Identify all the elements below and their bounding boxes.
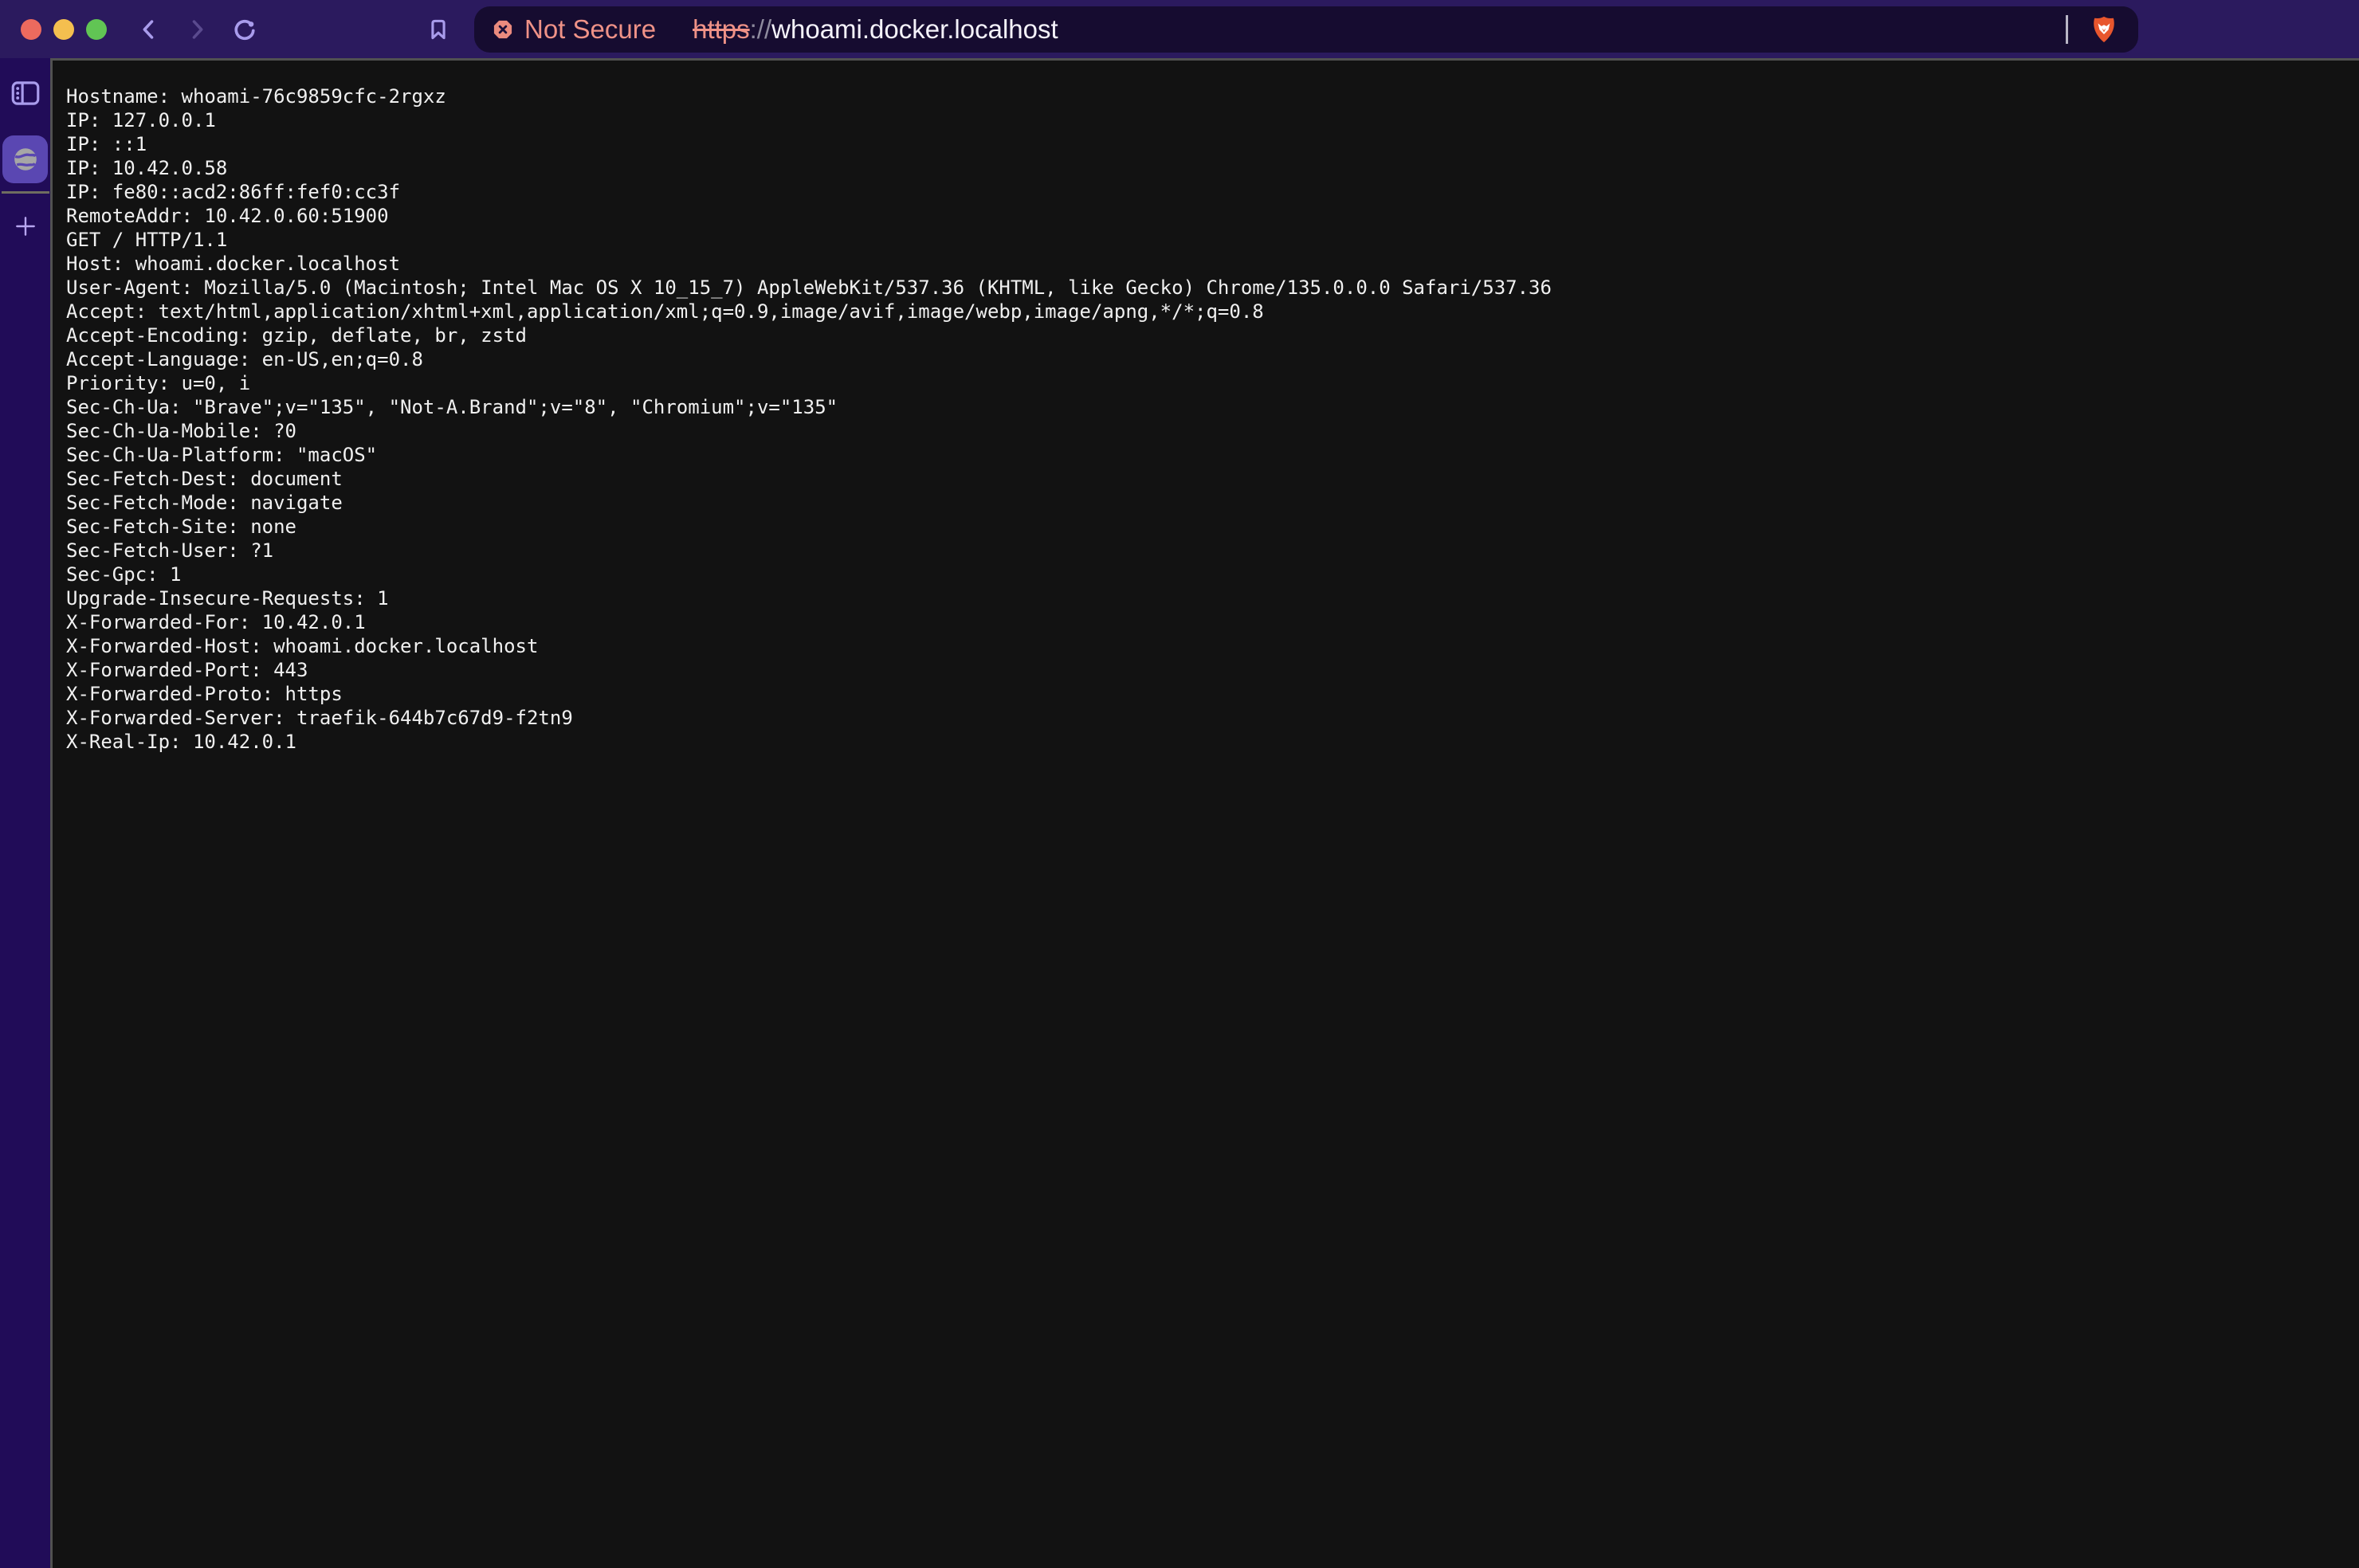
new-tab-button[interactable]	[7, 208, 44, 245]
bookmark-icon	[425, 16, 452, 43]
whoami-response-text: Hostname: whoami-76c9859cfc-2rgxz IP: 12…	[53, 61, 2359, 754]
url-scheme-separator: ://	[750, 14, 772, 44]
not-secure-icon	[492, 18, 514, 41]
sidebar-tab-active[interactable]	[2, 135, 48, 183]
page-content: Hostname: whoami-76c9859cfc-2rgxz IP: 12…	[50, 58, 2359, 1568]
sidebar	[0, 58, 50, 1568]
reload-button[interactable]	[230, 12, 260, 47]
url-text: https://whoami.docker.localhost	[693, 14, 1058, 45]
minimize-window-button[interactable]	[53, 19, 74, 40]
url-scheme: https	[693, 14, 750, 44]
forward-button[interactable]	[182, 12, 212, 47]
sidebar-toggle-button[interactable]	[3, 71, 48, 116]
bookmark-button[interactable]	[423, 12, 453, 47]
not-secure-label: Not Secure	[524, 14, 656, 45]
back-button[interactable]	[134, 12, 164, 47]
plus-icon	[13, 214, 38, 239]
browser-window: Not Secure https://whoami.docker.localho…	[0, 0, 2359, 1568]
browser-topbar: Not Secure https://whoami.docker.localho…	[0, 0, 2359, 58]
close-window-button[interactable]	[21, 19, 41, 40]
sidebar-toggle-icon	[9, 76, 42, 110]
not-secure-chip[interactable]: Not Secure	[492, 14, 656, 45]
forward-icon	[183, 16, 210, 43]
zoom-window-button[interactable]	[86, 19, 107, 40]
app-body: Hostname: whoami-76c9859cfc-2rgxz IP: 12…	[0, 58, 2359, 1568]
back-icon	[135, 16, 163, 43]
sidebar-separator	[2, 191, 49, 194]
window-controls	[21, 19, 107, 40]
globe-icon	[11, 145, 40, 174]
brave-shields-button[interactable]	[2087, 12, 2121, 47]
brave-shield-icon	[2089, 14, 2119, 45]
url-host: whoami.docker.localhost	[771, 14, 1058, 44]
reload-icon	[231, 16, 258, 43]
address-bar[interactable]: Not Secure https://whoami.docker.localho…	[474, 6, 2138, 53]
urlbar-divider	[2066, 15, 2068, 44]
